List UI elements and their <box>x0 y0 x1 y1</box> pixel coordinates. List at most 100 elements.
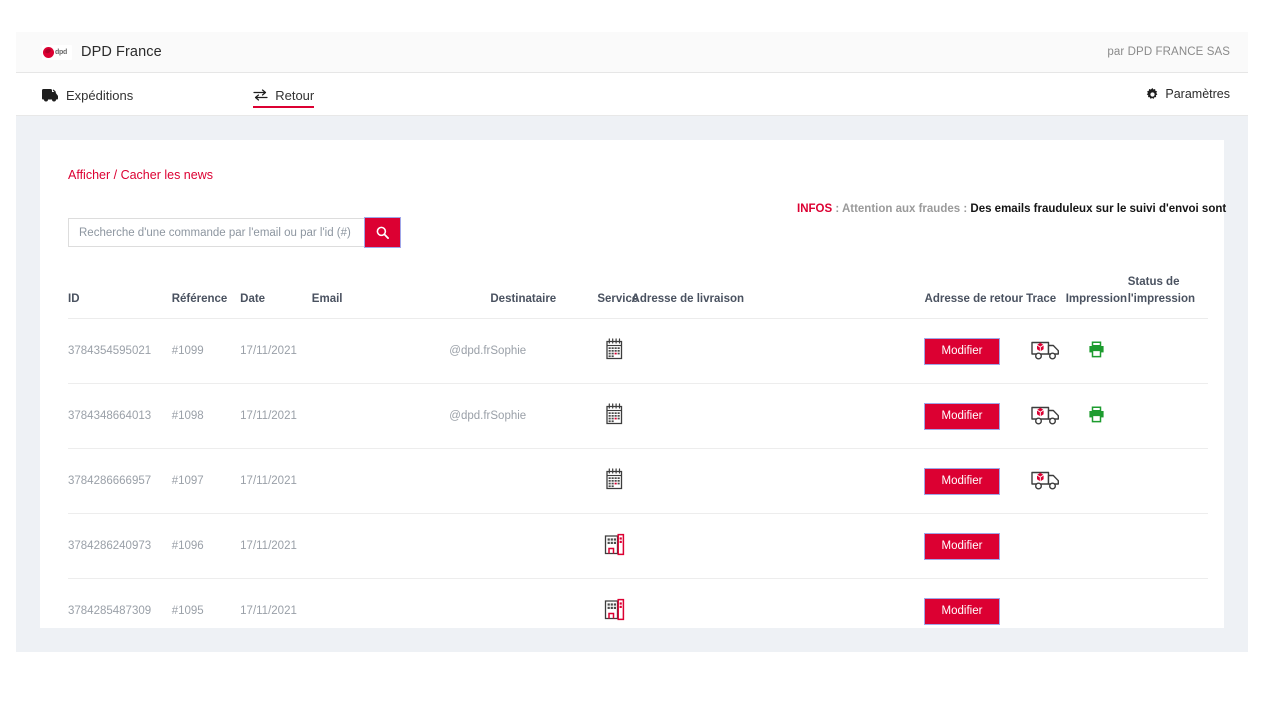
col-header-date: Date <box>240 292 266 305</box>
infos-sep-1: : <box>832 203 842 215</box>
tab-expeditions[interactable]: Expéditions <box>42 73 133 115</box>
cell-recipient: Sophie <box>490 318 598 385</box>
cell-recipient <box>490 448 598 515</box>
orders-table: ID Référence Date Email Destinataire Ser… <box>68 274 1208 628</box>
cell-email: @dpd.fr <box>311 383 491 450</box>
relay-point-icon[interactable] <box>603 598 626 621</box>
cell-service <box>597 383 632 450</box>
cell-reference: #1099 <box>171 318 241 385</box>
cell-service <box>597 448 632 515</box>
col-header-reference: Référence <box>171 292 228 305</box>
calendar-icon[interactable] <box>603 403 625 426</box>
cell-delivery-address <box>631 383 925 450</box>
delivery-van-icon[interactable] <box>1031 404 1061 426</box>
exchange-arrows-icon <box>253 89 268 101</box>
col-header-id: ID <box>68 292 80 305</box>
cell-date: 17/11/2021 <box>240 448 312 515</box>
infos-sep-2: : <box>960 203 971 215</box>
calendar-icon[interactable] <box>603 338 625 361</box>
cell-email <box>311 513 491 580</box>
col-header-service: Service <box>597 292 639 305</box>
printer-icon[interactable] <box>1088 341 1105 358</box>
cell-print <box>1065 318 1128 385</box>
cell-service <box>597 513 632 580</box>
cell-delivery-address <box>631 578 925 628</box>
cell-print <box>1065 383 1128 450</box>
title-bar: dpd DPD France par DPD FRANCE SAS <box>16 32 1248 73</box>
calendar-icon[interactable] <box>603 468 625 491</box>
tab-retour[interactable]: Retour <box>253 73 315 115</box>
cell-delivery-address <box>631 513 925 580</box>
truck-icon <box>42 88 59 102</box>
delivery-van-icon[interactable] <box>1031 339 1061 361</box>
cell-email <box>311 448 491 515</box>
cell-email <box>311 578 491 628</box>
modifier-button[interactable]: Modifier <box>923 402 1001 431</box>
cell-date: 17/11/2021 <box>240 578 312 628</box>
cell-date: 17/11/2021 <box>240 513 312 580</box>
cell-recipient: Sophie <box>490 383 598 450</box>
cell-date: 17/11/2021 <box>240 318 312 385</box>
tab-parametres[interactable]: Paramètres <box>1146 87 1230 101</box>
search-input[interactable] <box>68 218 365 247</box>
cell-service <box>597 578 632 628</box>
infos-message: Des emails frauduleux sur le suivi d'env… <box>970 203 1227 215</box>
cell-email: @dpd.fr <box>311 318 491 385</box>
col-header-delivery-address: Adresse de livraison <box>631 292 745 305</box>
cell-print-status <box>1127 513 1208 580</box>
printer-icon[interactable] <box>1088 406 1105 423</box>
cell-delivery-address <box>631 318 925 385</box>
table-row: 3784286666957 #1097 17/11/2021 Modifier <box>68 448 1208 515</box>
tab-retour-label: Retour <box>275 87 315 103</box>
cell-reference: #1098 <box>171 383 241 450</box>
cell-trace <box>1026 318 1066 385</box>
cell-trace <box>1026 513 1066 580</box>
tab-bar: Expéditions Retour Paramètres <box>16 73 1248 116</box>
cell-return-address: Modifier <box>923 318 1027 385</box>
publisher-label: par DPD FRANCE SAS <box>1107 46 1230 58</box>
toggle-news-link[interactable]: Afficher / Cacher les news <box>68 168 213 182</box>
dpd-logo-icon: dpd <box>42 44 72 60</box>
tab-parametres-label: Paramètres <box>1165 87 1230 101</box>
table-row: 3784285487309 #1095 17/11/2021 Modifier <box>68 578 1208 628</box>
search-icon <box>376 226 389 239</box>
col-header-print-status: Status de l'impression <box>1127 276 1196 305</box>
table-row: 3784354595021 #1099 17/11/2021 @dpd.fr Sophi… <box>68 318 1208 385</box>
app-title: DPD France <box>81 44 162 60</box>
cell-print <box>1065 513 1128 580</box>
cell-recipient <box>490 578 598 628</box>
dpd-ball-icon <box>43 46 54 58</box>
col-header-trace: Trace <box>1026 292 1057 305</box>
cell-print <box>1065 578 1128 628</box>
cell-print-status <box>1127 318 1208 385</box>
delivery-van-icon[interactable] <box>1031 469 1061 491</box>
gear-icon <box>1146 87 1159 101</box>
brand: dpd DPD France <box>42 44 162 60</box>
search-row <box>68 217 1196 248</box>
table-row: 3784348664013 #1098 17/11/2021 @dpd.fr Sophi… <box>68 383 1208 450</box>
col-header-email: Email <box>311 292 343 305</box>
cell-id: 3784354595021 <box>68 318 172 385</box>
modifier-button[interactable]: Modifier <box>923 337 1001 366</box>
table-row: 3784286240973 #1096 17/11/2021 Modifier <box>68 513 1208 580</box>
cell-date: 17/11/2021 <box>240 383 312 450</box>
search-button[interactable] <box>364 217 401 248</box>
table-body: 3784354595021 #1099 17/11/2021 @dpd.fr Sophi… <box>68 318 1208 628</box>
cell-id: 3784286666957 <box>68 448 172 515</box>
cell-return-address: Modifier <box>923 448 1027 515</box>
app-window: dpd DPD France par DPD FRANCE SAS Expédi… <box>16 32 1248 652</box>
cell-reference: #1097 <box>171 448 241 515</box>
cell-reference: #1096 <box>171 513 241 580</box>
cell-print <box>1065 448 1128 515</box>
modifier-button[interactable]: Modifier <box>923 532 1001 561</box>
cell-id: 3784285487309 <box>68 578 172 628</box>
modifier-button[interactable]: Modifier <box>923 597 1001 626</box>
cell-return-address: Modifier <box>923 513 1027 580</box>
relay-point-icon[interactable] <box>603 533 626 556</box>
infos-ticker: INFOS : Attention aux fraudes : Des emai… <box>797 203 1237 219</box>
cell-id: 3784348664013 <box>68 383 172 450</box>
tab-expeditions-label: Expéditions <box>66 87 134 103</box>
modifier-button[interactable]: Modifier <box>923 467 1001 496</box>
infos-label: INFOS <box>797 203 833 215</box>
cell-reference: #1095 <box>171 578 241 628</box>
